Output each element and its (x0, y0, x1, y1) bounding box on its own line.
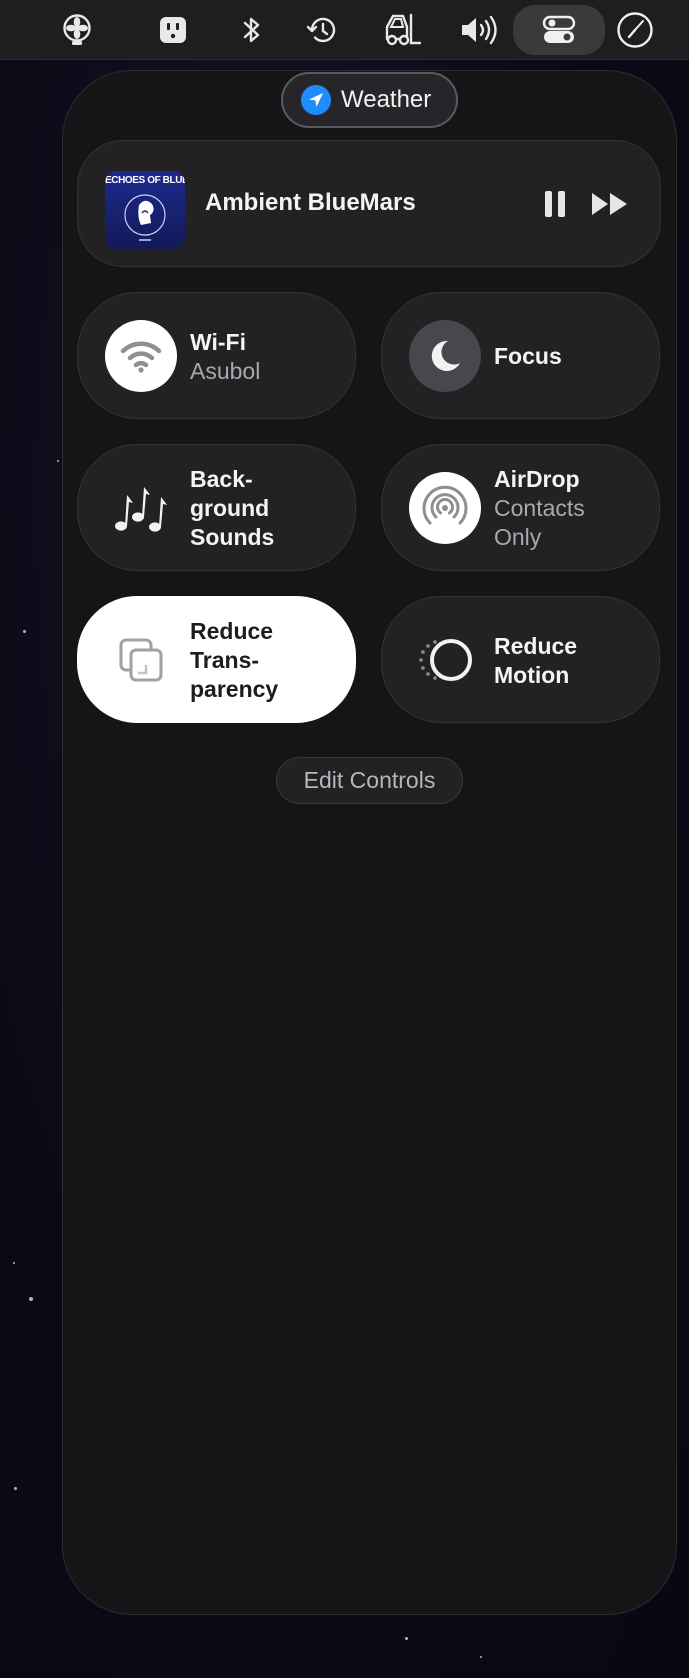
star (405, 1637, 408, 1640)
wifi-icon (120, 341, 162, 373)
location-arrow-icon (301, 85, 331, 115)
pause-button[interactable] (542, 187, 568, 221)
wifi-network: Asubol (190, 357, 261, 384)
star (13, 1262, 15, 1264)
reduce-transparency-label-3: parency (190, 676, 279, 702)
edit-controls-button[interactable]: Edit Controls (276, 757, 463, 804)
menu-bar (0, 0, 689, 60)
star (57, 460, 59, 462)
music-notes-icon (115, 487, 167, 532)
reduce-motion-toggle[interactable] (409, 624, 481, 696)
pause-icon (545, 191, 565, 217)
star (480, 1656, 482, 1658)
wifi-toggle[interactable] (105, 320, 177, 392)
star (23, 630, 26, 633)
control-center-icon[interactable] (513, 5, 605, 55)
weather-label: Weather (341, 86, 432, 113)
fast-forward-icon (592, 193, 627, 215)
reduce-motion-label-2: Motion (494, 661, 570, 688)
fan-icon[interactable] (55, 8, 99, 52)
reduce-transparency-icon (119, 638, 163, 682)
album-title: ECHOES OF BLUEMARS (105, 175, 185, 186)
focus-title: Focus (494, 343, 562, 369)
reduce-motion-tile[interactable]: Reduce Motion (381, 596, 660, 723)
forklift-icon[interactable] (380, 8, 424, 52)
airdrop-icon (422, 485, 468, 525)
now-playing-tile[interactable]: ECHOES OF BLUEMARS Ambient BlueMars (77, 140, 661, 267)
reduce-transparency-toggle[interactable] (105, 624, 177, 696)
star (29, 1297, 33, 1301)
reduce-motion-icon (419, 639, 472, 681)
airdrop-tile[interactable]: AirDrop Contacts Only (381, 444, 660, 571)
clock-icon[interactable] (613, 8, 657, 52)
wifi-tile[interactable]: Wi-Fi Asubol (77, 292, 356, 419)
airdrop-status-1: Contacts (494, 495, 585, 521)
track-title: Ambient BlueMars (205, 189, 416, 216)
background-sounds-toggle[interactable] (105, 472, 177, 544)
airdrop-title: AirDrop (494, 466, 580, 492)
next-track-button[interactable] (590, 189, 630, 224)
focus-tile[interactable]: Focus (381, 292, 660, 419)
weather-button[interactable]: Weather (281, 72, 458, 128)
power-outlet-icon[interactable] (151, 8, 195, 52)
volume-icon[interactable] (455, 8, 505, 52)
reduce-motion-label-1: Reduce (494, 632, 578, 659)
reduce-transparency-label-1: Reduce (190, 618, 274, 644)
bluetooth-icon[interactable] (230, 8, 274, 52)
background-sounds-tile[interactable]: Back- ground Sounds (77, 444, 356, 571)
moon-icon (431, 340, 460, 371)
album-art[interactable]: ECHOES OF BLUEMARS (105, 171, 185, 249)
album-illustration (124, 194, 166, 241)
airdrop-toggle[interactable] (409, 472, 481, 544)
airdrop-status-2: Only (494, 524, 542, 550)
background-sounds-label-1: Back- (190, 466, 253, 492)
time-machine-icon[interactable] (300, 8, 344, 52)
reduce-transparency-label-2: Trans- (190, 647, 260, 673)
background-sounds-label-3: Sounds (190, 524, 275, 550)
reduce-transparency-tile[interactable]: Reduce Trans- parency (77, 596, 356, 723)
background-sounds-label-2: ground (190, 495, 270, 521)
focus-toggle[interactable] (409, 320, 481, 392)
star (14, 1487, 17, 1490)
wifi-title: Wi-Fi (190, 328, 246, 355)
